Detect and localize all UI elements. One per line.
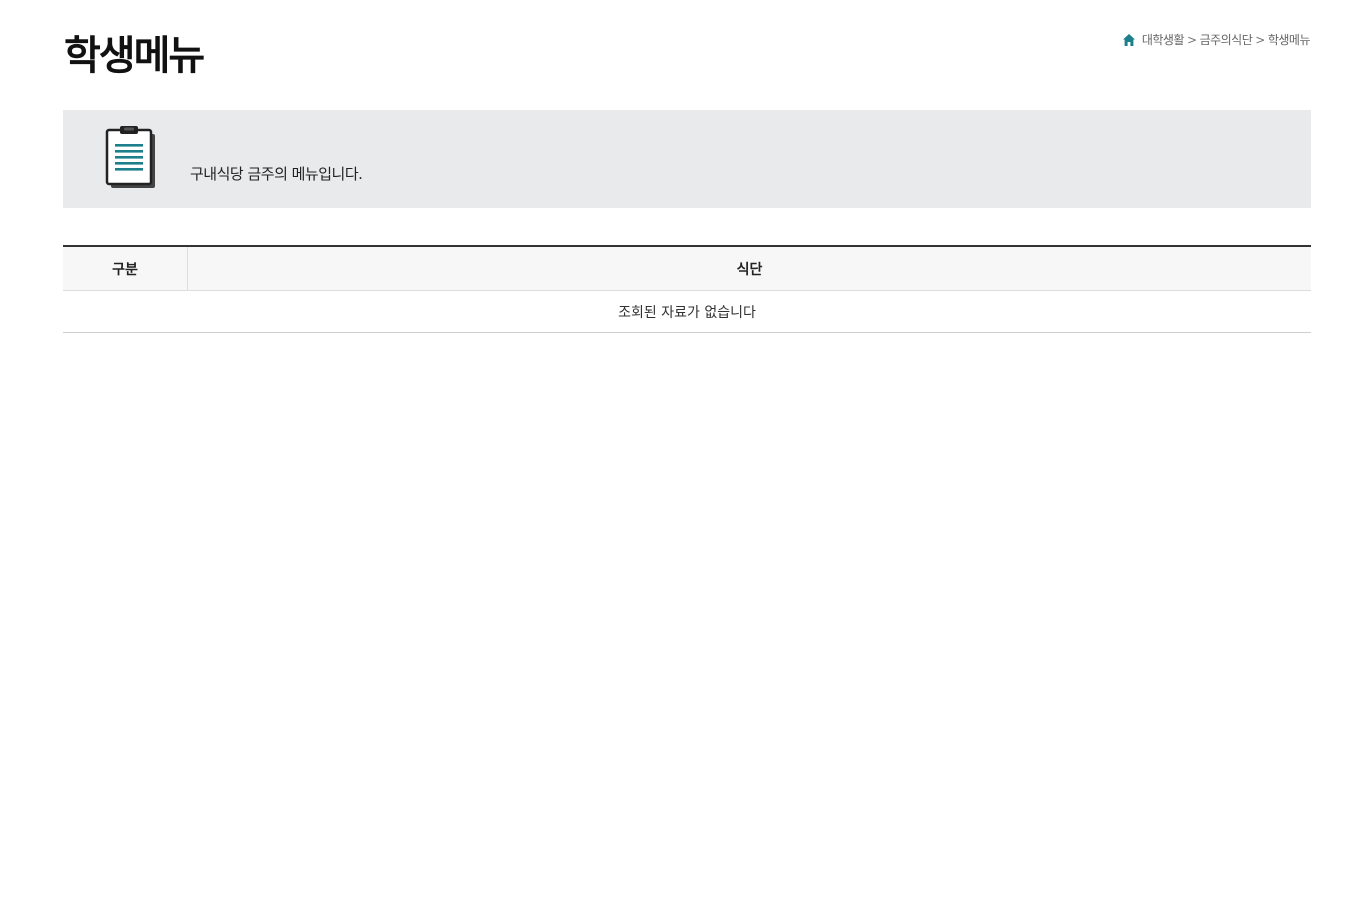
clipboard-icon xyxy=(105,126,157,190)
column-header-meal: 식단 xyxy=(187,246,1311,291)
empty-message: 조회된 자료가 없습니다 xyxy=(63,290,1311,333)
breadcrumb-item-campus-life[interactable]: 대학생활 xyxy=(1142,31,1185,48)
breadcrumb-separator: > xyxy=(1255,32,1265,47)
breadcrumb: 대학생활 > 금주의식단 > 학생메뉴 xyxy=(1122,31,1311,48)
home-icon[interactable] xyxy=(1122,33,1136,47)
breadcrumb-item-student-menu[interactable]: 학생메뉴 xyxy=(1268,31,1311,48)
notice-message: 구내식당 금주의 메뉴입니다. xyxy=(190,165,363,183)
column-header-category: 구분 xyxy=(63,246,188,291)
table-row-empty: 조회된 자료가 없습니다 xyxy=(63,290,1311,333)
menu-table: 구분 식단 조회된 자료가 없습니다 xyxy=(63,245,1311,333)
table-header-row: 구분 식단 xyxy=(63,246,1311,291)
page-title: 학생메뉴 xyxy=(64,33,205,79)
breadcrumb-item-weekly-menu[interactable]: 금주의식단 xyxy=(1200,31,1253,48)
notice-box: 구내식당 금주의 메뉴입니다. xyxy=(63,110,1311,208)
breadcrumb-separator: > xyxy=(1187,32,1197,47)
